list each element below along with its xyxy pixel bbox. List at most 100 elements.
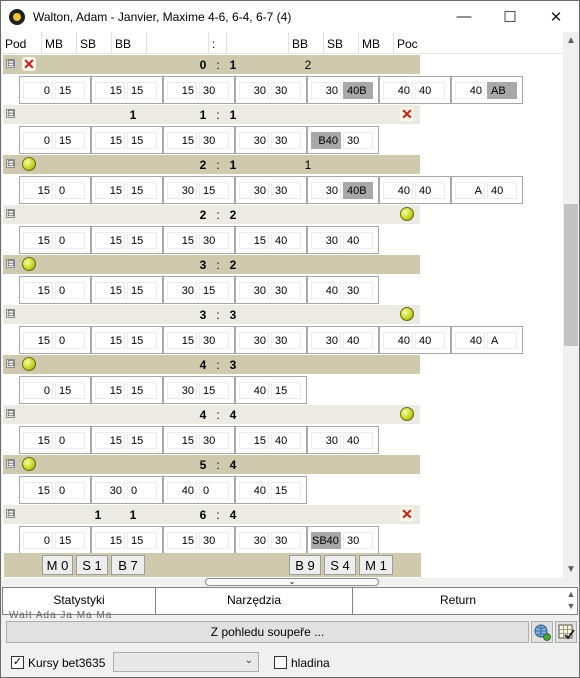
scroll-up-icon[interactable]: ▲	[563, 32, 579, 49]
game-point-box[interactable]: 30 30	[235, 526, 307, 554]
header-blank-left[interactable]	[147, 32, 209, 54]
game-point-box[interactable]: 40 40	[379, 76, 451, 104]
game-point-box[interactable]: 15 30	[163, 526, 235, 554]
game-point-box[interactable]: 15 0	[19, 426, 91, 454]
game-point-box[interactable]: 30 0	[91, 476, 163, 504]
game-point-box[interactable]: 40 40	[379, 326, 451, 354]
game-point-box[interactable]: 0 15	[19, 126, 91, 154]
game-point-box[interactable]: 15 15	[91, 326, 163, 354]
odds-checkbox[interactable]: ✓	[11, 656, 24, 669]
globe-settings-button[interactable]	[531, 621, 553, 643]
game-point-box[interactable]: 15 15	[91, 376, 163, 404]
game-point-box[interactable]: 15 15	[91, 226, 163, 254]
set-row[interactable]: ⊟ 2:1 1	[3, 155, 420, 174]
odds-label[interactable]: Kursy bet3635	[28, 656, 105, 670]
game-point-box[interactable]: 0 15	[19, 376, 91, 404]
header-mb-right[interactable]: MB	[359, 32, 394, 54]
minimize-button[interactable]: —	[441, 1, 487, 32]
game-point-box[interactable]: 15 0	[19, 226, 91, 254]
game-point-box[interactable]: 15 30	[163, 76, 235, 104]
game-point-box[interactable]: 15 0	[19, 276, 91, 304]
collapse-toggle-icon[interactable]: ⊟	[6, 309, 15, 318]
collapse-toggle-icon[interactable]: ⊟	[6, 409, 15, 418]
header-sb-right[interactable]: SB	[324, 32, 359, 54]
game-point-box[interactable]: 30 40	[307, 426, 379, 454]
game-point-box[interactable]: 30 15	[163, 376, 235, 404]
header-blank-right[interactable]	[227, 32, 289, 54]
collapse-toggle-icon[interactable]: ⊟	[6, 509, 15, 518]
set-row[interactable]: ⊟ 4:3	[3, 355, 420, 374]
game-point-box[interactable]: 15 0	[19, 476, 91, 504]
vertical-scrollbar[interactable]: ▲ ▼	[563, 32, 579, 578]
collapse-toggle-icon[interactable]: ⊟	[6, 359, 15, 368]
collapse-toggle-icon[interactable]: ⊟	[6, 259, 15, 268]
collapse-toggle-icon[interactable]: ⊟	[6, 109, 15, 118]
set-row[interactable]: ⊟ 3:2	[3, 255, 420, 274]
game-point-box[interactable]: 40 0	[163, 476, 235, 504]
hladina-label[interactable]: hladina	[291, 656, 330, 670]
set-row[interactable]: ⊟ ✕ 1 1:1	[3, 105, 420, 124]
scroll-down-icon[interactable]: ▼	[563, 561, 579, 578]
game-point-box[interactable]: 40 A	[451, 326, 523, 354]
header-sb-left[interactable]: SB	[77, 32, 112, 54]
header-bb-right[interactable]: BB	[289, 32, 324, 54]
game-point-box[interactable]: 15 40	[235, 426, 307, 454]
game-point-box[interactable]: 30 40B	[307, 76, 379, 104]
game-point-box[interactable]: 30 30	[235, 176, 307, 204]
game-point-box[interactable]: 15 30	[163, 226, 235, 254]
game-point-box[interactable]: 40 15	[235, 476, 307, 504]
game-point-box[interactable]: SB40 30	[307, 526, 379, 554]
tab-return[interactable]: Return	[353, 588, 563, 614]
game-point-box[interactable]: 15 30	[163, 326, 235, 354]
grid-check-button[interactable]	[555, 621, 577, 643]
header-mb-left[interactable]: MB	[42, 32, 77, 54]
set-row[interactable]: ⊟ 5:4	[3, 455, 420, 474]
game-point-box[interactable]: 15 15	[91, 426, 163, 454]
header-poc[interactable]: Poc	[394, 32, 420, 54]
game-point-box[interactable]: 15 15	[91, 276, 163, 304]
game-point-box[interactable]: 30 40B	[307, 176, 379, 204]
game-point-box[interactable]: 30 30	[235, 276, 307, 304]
game-point-box[interactable]: A 40	[451, 176, 523, 204]
collapse-toggle-icon[interactable]: ⊟	[6, 209, 15, 218]
tab-scroll-up-icon[interactable]: ▲	[564, 589, 578, 601]
collapse-toggle-icon[interactable]: ⊟	[6, 59, 15, 68]
game-point-box[interactable]: 30 30	[235, 76, 307, 104]
header-pod[interactable]: Pod	[2, 32, 42, 54]
set-row[interactable]: ⊟ ✕ 1 1 6:4	[3, 505, 420, 524]
game-point-box[interactable]: 15 0	[19, 326, 91, 354]
game-point-box[interactable]: 30 40	[307, 226, 379, 254]
game-point-box[interactable]: 15 15	[91, 526, 163, 554]
game-point-box[interactable]: 15 40	[235, 226, 307, 254]
game-point-box[interactable]: 15 15	[91, 176, 163, 204]
game-point-box[interactable]: 40 AB	[451, 76, 523, 104]
game-point-box[interactable]: 40 15	[235, 376, 307, 404]
title-bar[interactable]: Walton, Adam - Janvier, Maxime 4-6, 6-4,…	[1, 1, 579, 32]
collapse-toggle-icon[interactable]: ⊟	[6, 159, 15, 168]
set-row[interactable]: ⊟ ✕ 0:1 2	[3, 55, 420, 74]
game-point-box[interactable]: 30 30	[235, 326, 307, 354]
maximize-button[interactable]: ☐	[487, 1, 533, 32]
game-point-box[interactable]: 30 15	[163, 276, 235, 304]
header-bb-left[interactable]: BB	[112, 32, 147, 54]
game-point-box[interactable]: 15 15	[91, 76, 163, 104]
game-point-box[interactable]: 15 30	[163, 126, 235, 154]
close-button[interactable]: ✕	[533, 1, 579, 32]
panel-splitter[interactable]: ⌄	[205, 578, 379, 586]
opponent-view-button[interactable]: Z pohledu soupeře ...	[6, 621, 529, 643]
scroll-thumb[interactable]	[564, 204, 578, 346]
game-point-box[interactable]: 40 40	[379, 176, 451, 204]
game-point-box[interactable]: 30 40	[307, 326, 379, 354]
game-point-box[interactable]: 30 15	[163, 176, 235, 204]
game-point-box[interactable]: 40 30	[307, 276, 379, 304]
game-point-box[interactable]: 15 0	[19, 176, 91, 204]
tab-scroll-down-icon[interactable]: ▼	[564, 601, 578, 613]
set-row[interactable]: ⊟ 3:3	[3, 305, 420, 324]
game-point-box[interactable]: 0 15	[19, 76, 91, 104]
game-point-box[interactable]: 30 30	[235, 126, 307, 154]
odds-combo[interactable]: ⌄	[113, 652, 259, 672]
header-colon[interactable]: :	[209, 32, 227, 54]
set-row[interactable]: ⊟ 4:4	[3, 405, 420, 424]
game-point-box[interactable]: 15 15	[91, 126, 163, 154]
set-row[interactable]: ⊟ 2:2	[3, 205, 420, 224]
